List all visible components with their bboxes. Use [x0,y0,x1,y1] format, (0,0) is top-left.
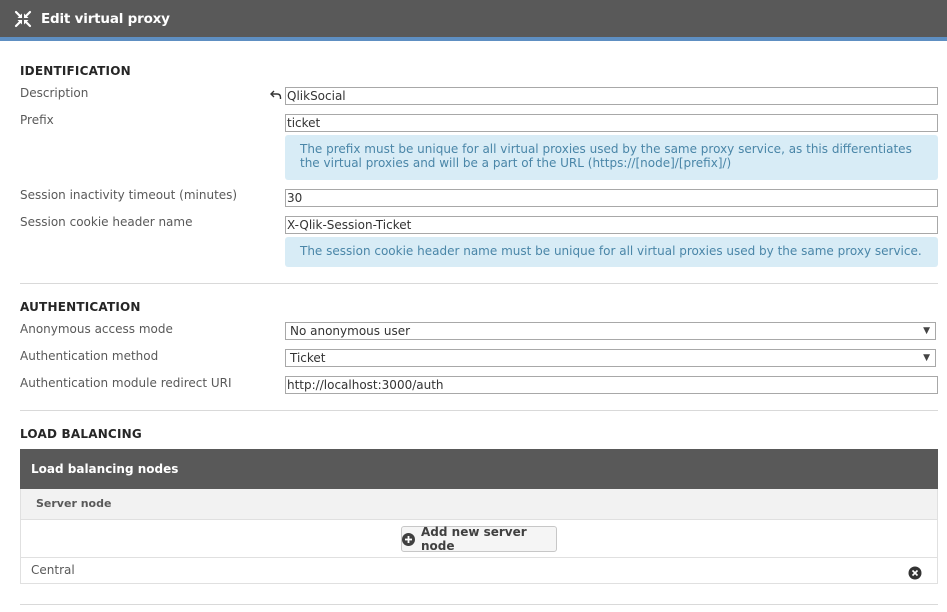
authentication-heading: AUTHENTICATION [20,300,141,314]
cookie-header-label: Session cookie header name [20,215,193,229]
server-node-name: Central [31,563,75,577]
dropdown-arrow-icon: ▼ [923,353,930,363]
redirect-uri-input[interactable]: http://localhost:3000/auth [285,376,938,394]
cookie-header-input[interactable]: X-Qlik-Session-Ticket [285,216,938,234]
prefix-info-box: The prefix must be unique for all virtua… [285,135,938,180]
plus-circle-icon [402,532,415,546]
anonymous-access-select[interactable]: No anonymous user ▼ [285,322,936,340]
add-server-node-label: Add new server node [421,525,527,553]
redirect-uri-label: Authentication module redirect URI [20,376,232,390]
session-timeout-input[interactable]: 30 [285,189,938,207]
anonymous-access-label: Anonymous access mode [20,322,173,336]
identification-heading: IDENTIFICATION [20,64,131,78]
undo-arrow-icon[interactable] [270,86,282,99]
section-divider [20,283,938,284]
section-divider [20,410,938,411]
add-server-node-button[interactable]: Add new server node [401,525,557,553]
auth-method-label: Authentication method [20,349,159,363]
description-input[interactable]: QlikSocial [285,87,938,105]
anonymous-access-value: No anonymous user [290,324,411,338]
load-balancing-panel-title: Load balancing nodes [20,449,938,489]
table-row: Central [20,558,938,584]
dropdown-arrow-icon: ▼ [923,326,930,336]
window-titlebar: Edit virtual proxy [0,0,947,37]
titlebar-accent-line [0,37,947,41]
auth-method-select[interactable]: Ticket ▼ [285,349,936,367]
cookie-info-box: The session cookie header name must be u… [285,237,938,267]
auth-method-value: Ticket [290,351,326,365]
prefix-label: Prefix [20,113,54,127]
window-title: Edit virtual proxy [41,10,170,27]
load-balancing-heading: LOAD BALANCING [20,427,142,441]
session-timeout-label: Session inactivity timeout (minutes) [20,188,238,202]
section-divider [20,604,938,605]
collapse-arrows-icon[interactable] [13,9,33,29]
remove-node-icon[interactable] [908,565,922,580]
server-node-column-header: Server node [20,489,938,519]
prefix-input[interactable]: ticket [285,114,938,132]
description-label: Description [20,86,89,100]
